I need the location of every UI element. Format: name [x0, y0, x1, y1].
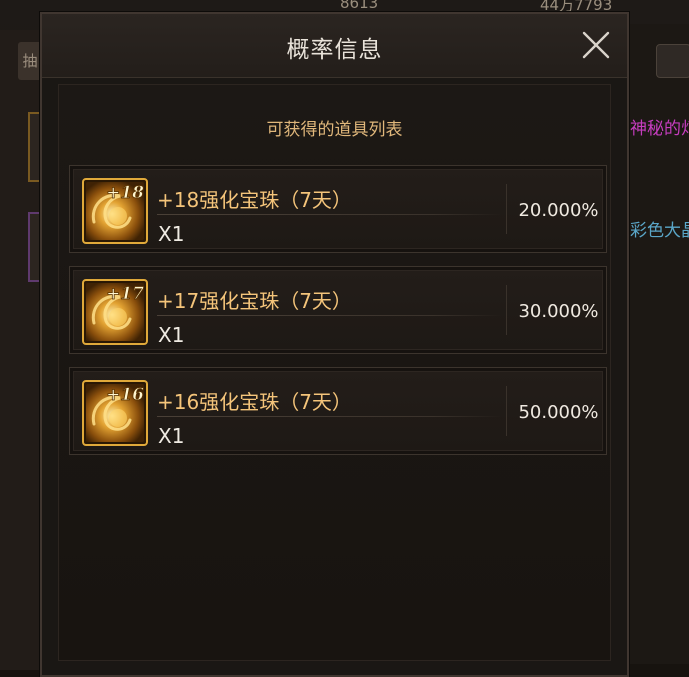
- item-list-subtitle: 可获得的道具列表: [266, 120, 403, 140]
- resource-value-1: 8613: [340, 0, 379, 12]
- item-row: +17 +17强化宝珠（7天） X1 30.000%: [69, 266, 607, 354]
- item-name: +17强化宝珠（7天）: [157, 289, 352, 313]
- dialog-body: 可获得的道具列表 +18 +18强化宝珠（7天） X1 20.000% +17 …: [58, 84, 611, 661]
- top-resource-bar: 8613 44万7793: [0, 0, 689, 14]
- dialog-header: 概率信息: [42, 14, 627, 78]
- enhancement-orb-icon[interactable]: +18: [82, 178, 148, 244]
- background-item-label-2: 彩色大晶: [630, 221, 689, 241]
- item-quantity: X1: [158, 424, 185, 448]
- background-tab: 抽: [18, 42, 42, 80]
- item-quantity: X1: [158, 323, 185, 347]
- item-row-inner: +18 +18强化宝珠（7天） X1 20.000%: [73, 169, 603, 249]
- dialog-title: 概率信息: [286, 37, 383, 63]
- item-row-inner: +17 +17强化宝珠（7天） X1 30.000%: [73, 270, 603, 350]
- item-name: +18强化宝珠（7天）: [157, 188, 352, 212]
- divider: [506, 386, 507, 436]
- divider: [506, 184, 507, 234]
- item-badge: +17: [106, 284, 144, 304]
- item-row: +16 +16强化宝珠（7天） X1 50.000%: [69, 367, 607, 455]
- close-icon: [582, 31, 610, 59]
- item-badge: +18: [106, 183, 144, 203]
- enhancement-orb-icon[interactable]: +17: [82, 279, 148, 345]
- background-item-label-1: 神秘的灯: [630, 119, 689, 139]
- item-probability: 20.000%: [518, 200, 599, 221]
- divider: [157, 416, 502, 417]
- item-badge: +16: [106, 385, 144, 405]
- item-row-inner: +16 +16强化宝珠（7天） X1 50.000%: [73, 371, 603, 451]
- divider: [157, 315, 502, 316]
- close-button[interactable]: [581, 30, 611, 60]
- item-row: +18 +18强化宝珠（7天） X1 20.000%: [69, 165, 607, 253]
- item-quantity: X1: [158, 222, 185, 246]
- item-name: +16强化宝珠（7天）: [157, 390, 352, 414]
- item-probability: 50.000%: [518, 402, 599, 423]
- background-right-button: [656, 44, 689, 78]
- item-probability: 30.000%: [518, 301, 599, 322]
- divider: [157, 214, 502, 215]
- divider: [506, 285, 507, 335]
- probability-info-dialog: 概率信息 可获得的道具列表 +18 +18强化宝珠（7天） X1 20.000%…: [40, 12, 629, 677]
- enhancement-orb-icon[interactable]: +16: [82, 380, 148, 446]
